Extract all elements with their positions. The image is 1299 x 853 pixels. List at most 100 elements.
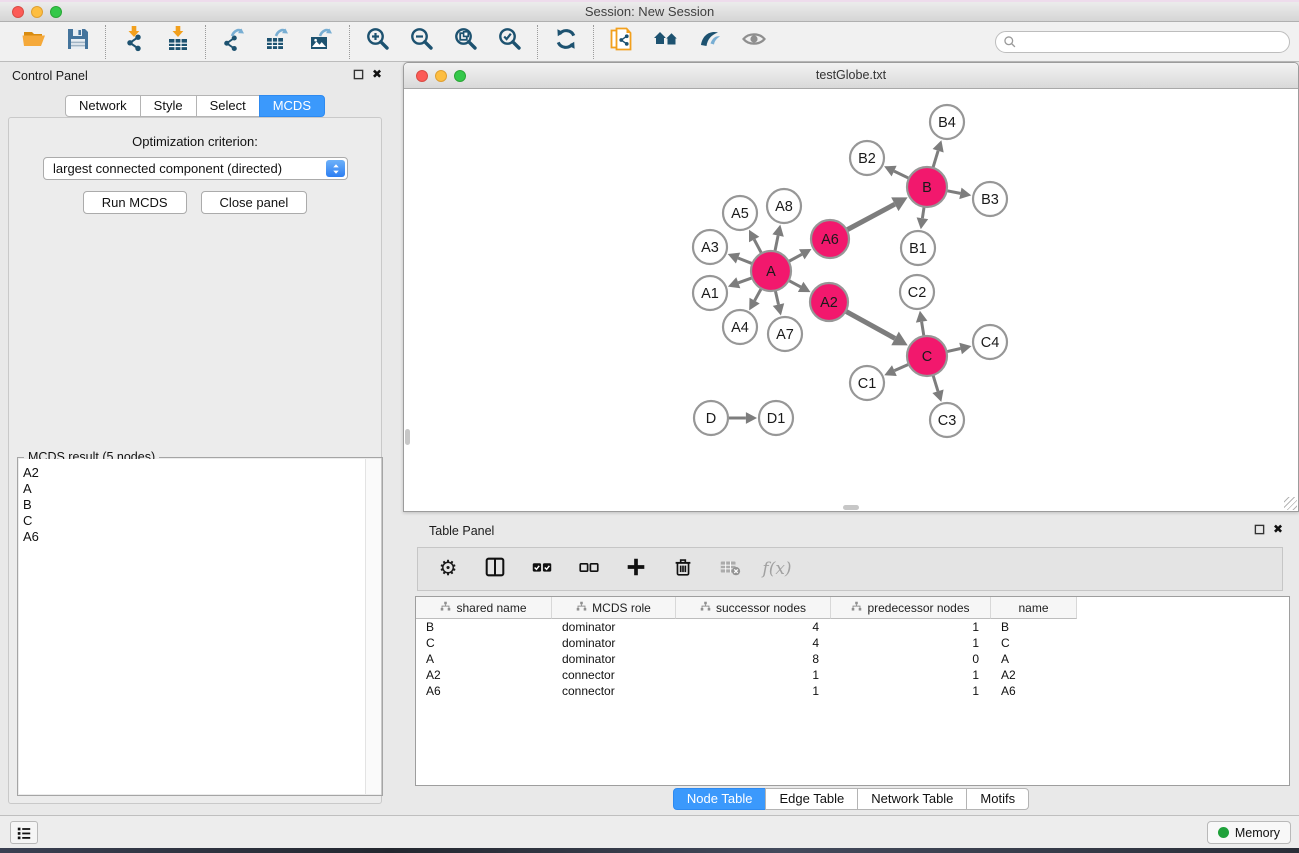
- memory-button[interactable]: Memory: [1207, 821, 1291, 844]
- table-tab-node-table[interactable]: Node Table: [673, 788, 767, 810]
- column-header-successor-nodes[interactable]: successor nodes: [676, 597, 831, 619]
- table-row[interactable]: A2connector11A2: [416, 667, 1077, 683]
- show-graphics-details-button[interactable]: [696, 28, 723, 55]
- import-network-icon: [121, 26, 147, 57]
- cell: B: [991, 619, 1077, 635]
- show-hide-graphics-button[interactable]: [740, 28, 767, 55]
- resize-grip[interactable]: [1284, 497, 1297, 510]
- select-all-button[interactable]: [529, 556, 555, 582]
- result-item[interactable]: A2: [23, 465, 365, 481]
- edge-A-A8[interactable]: [775, 236, 778, 252]
- close-panel-button[interactable]: Close panel: [201, 191, 308, 214]
- node-table: shared nameMCDS rolesuccessor nodesprede…: [415, 596, 1290, 786]
- mcds-tab-content: Optimization criterion: largest connecte…: [8, 117, 382, 804]
- task-history-button[interactable]: [10, 821, 38, 844]
- table-panel-title: Table Panel: [429, 524, 494, 538]
- open-file-button[interactable]: [20, 28, 47, 55]
- cell: 4: [676, 619, 831, 635]
- app-titlebar: Session: New Session: [0, 0, 1299, 22]
- control-panel-header: Control Panel ✖: [0, 62, 390, 88]
- refresh-network-button[interactable]: [552, 28, 579, 55]
- cell: A2: [991, 667, 1077, 683]
- float-table-panel-icon[interactable]: [1254, 524, 1265, 535]
- cell: 1: [676, 683, 831, 699]
- edge-A-A3[interactable]: [738, 258, 752, 264]
- export-network-button[interactable]: [220, 28, 247, 55]
- edge-B-B1[interactable]: [922, 207, 924, 218]
- zoom-in-button[interactable]: [364, 28, 391, 55]
- search-input[interactable]: [1017, 33, 1289, 51]
- column-header-name[interactable]: name: [991, 597, 1077, 619]
- delete-entry-button[interactable]: [670, 556, 696, 582]
- table-row[interactable]: Adominator80A: [416, 651, 1077, 667]
- first-neighbors-button[interactable]: [652, 28, 679, 55]
- close-panel-icon[interactable]: ✖: [372, 69, 382, 80]
- export-image-button[interactable]: [308, 28, 335, 55]
- edge-B-B2[interactable]: [894, 171, 909, 178]
- table-row[interactable]: Cdominator41C: [416, 635, 1077, 651]
- edge-arrowhead: [916, 311, 928, 323]
- network-graph[interactable]: B4B2BB3A5A8A6B1A3AC2A1A2A4A7C4CC1C3DD1: [404, 89, 1298, 512]
- edge-A-A1[interactable]: [738, 278, 752, 283]
- import-table-button[interactable]: [164, 28, 191, 55]
- table-tab-edge-table[interactable]: Edge Table: [765, 788, 858, 810]
- float-panel-icon[interactable]: [353, 69, 364, 80]
- result-item[interactable]: C: [23, 513, 365, 529]
- export-table-icon: [265, 26, 291, 57]
- edge-C-C1[interactable]: [894, 364, 908, 370]
- edge-A6-B[interactable]: [847, 204, 895, 230]
- edge-A-A2[interactable]: [789, 280, 801, 287]
- table-row[interactable]: Bdominator41B: [416, 619, 1077, 635]
- import-network-button[interactable]: [120, 28, 147, 55]
- table-row[interactable]: A6connector11A6: [416, 683, 1077, 699]
- vertical-scrollbar[interactable]: [404, 89, 411, 511]
- zoom-fit-button[interactable]: [452, 28, 479, 55]
- tab-network[interactable]: Network: [65, 95, 141, 117]
- network-canvas[interactable]: B4B2BB3A5A8A6B1A3AC2A1A2A4A7C4CC1C3DD1: [404, 89, 1298, 511]
- edge-arrowhead: [773, 303, 784, 315]
- tab-select[interactable]: Select: [196, 95, 260, 117]
- criterion-select[interactable]: largest connected component (directed): [43, 157, 348, 180]
- edge-A-A7[interactable]: [775, 291, 778, 305]
- table-tab-network-table[interactable]: Network Table: [857, 788, 967, 810]
- save-session-button[interactable]: [64, 28, 91, 55]
- cell: A6: [416, 683, 552, 699]
- deselect-all-button[interactable]: [576, 556, 602, 582]
- tab-style[interactable]: Style: [140, 95, 197, 117]
- export-table-button[interactable]: [264, 28, 291, 55]
- result-item[interactable]: A6: [23, 529, 365, 545]
- control-panel: Control Panel ✖ NetworkStyleSelectMCDS O…: [0, 62, 390, 815]
- graph-node-label-B2: B2: [858, 151, 876, 167]
- column-header-MCDS-role[interactable]: MCDS role: [552, 597, 676, 619]
- cell: dominator: [552, 619, 676, 635]
- run-mcds-button[interactable]: Run MCDS: [83, 191, 187, 214]
- edge-A-A6[interactable]: [789, 254, 802, 261]
- column-header-shared-name[interactable]: shared name: [416, 597, 552, 619]
- edge-B-B4[interactable]: [933, 151, 938, 168]
- graph-node-label-C4: C4: [981, 335, 1000, 351]
- edge-C-C2[interactable]: [922, 322, 924, 337]
- result-item[interactable]: A: [23, 481, 365, 497]
- edge-A-A5[interactable]: [754, 240, 761, 254]
- edge-A2-C[interactable]: [846, 311, 895, 338]
- table-settings-button[interactable]: ⚙: [435, 556, 461, 582]
- column-layout-button[interactable]: [482, 556, 508, 582]
- horizontal-scrollbar[interactable]: [404, 504, 1298, 511]
- cell: 1: [831, 667, 991, 683]
- edge-B-B3[interactable]: [947, 191, 961, 194]
- zoom-out-button[interactable]: [408, 28, 435, 55]
- edge-C-C3[interactable]: [933, 375, 938, 391]
- network-window-titlebar: testGlobe.txt: [404, 63, 1298, 89]
- new-network-from-selection-button[interactable]: [608, 28, 635, 55]
- close-table-panel-icon[interactable]: ✖: [1273, 524, 1283, 535]
- result-scrollbar[interactable]: [365, 459, 381, 794]
- add-entry-button[interactable]: [623, 556, 649, 582]
- result-item[interactable]: B: [23, 497, 365, 513]
- function-builder-button: f(x): [764, 556, 790, 582]
- zoom-selected-button[interactable]: [496, 28, 523, 55]
- table-tab-motifs[interactable]: Motifs: [966, 788, 1029, 810]
- column-header-predecessor-nodes[interactable]: predecessor nodes: [831, 597, 991, 619]
- edge-C-C4[interactable]: [947, 349, 961, 352]
- edge-A-A4[interactable]: [755, 289, 762, 301]
- tab-mcds[interactable]: MCDS: [259, 95, 325, 117]
